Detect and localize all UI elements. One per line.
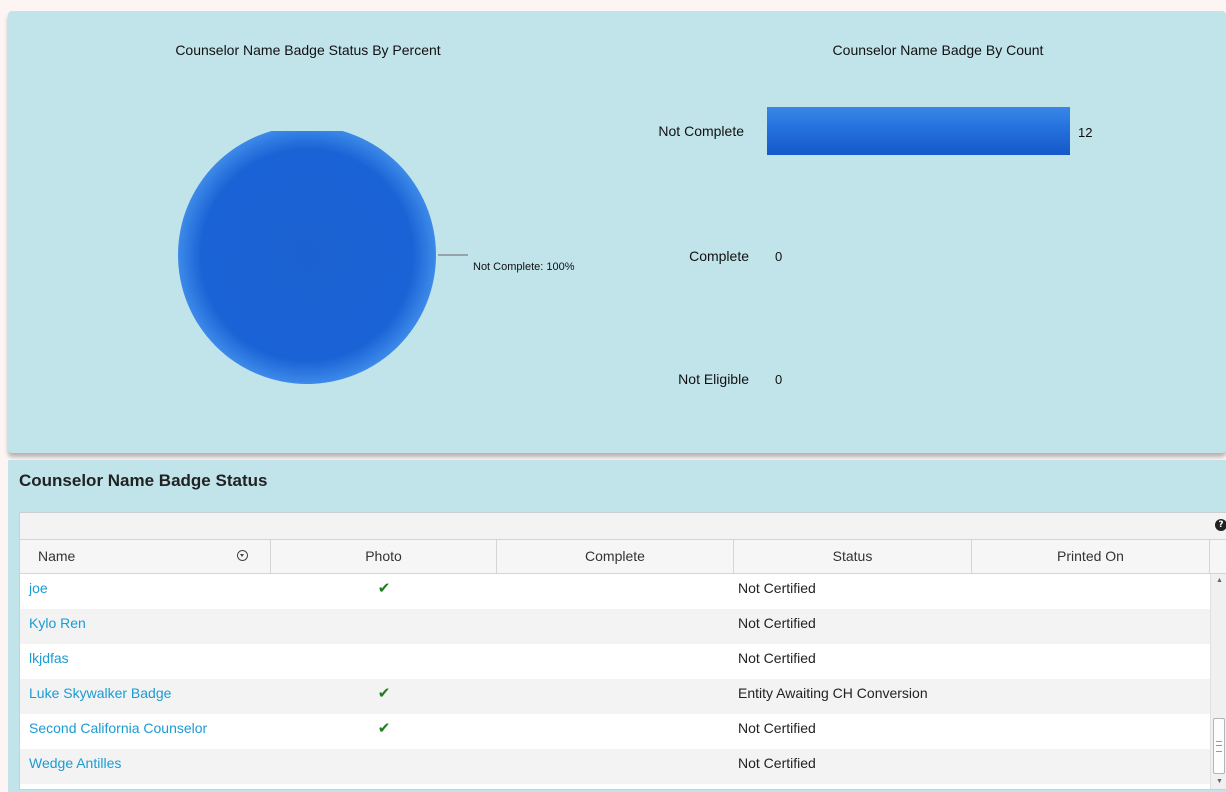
checkmark-icon: ✔	[377, 685, 391, 702]
badge-status-panel: Counselor Name Badge Status ? Name Photo…	[8, 460, 1226, 792]
grid-toolbar: ?	[20, 513, 1226, 540]
bar-not-complete[interactable]	[767, 107, 1070, 155]
column-header-label: Name	[38, 548, 76, 564]
status-text: Not Certified	[738, 755, 816, 771]
column-header-complete[interactable]: Complete	[497, 540, 734, 573]
table-row[interactable]: Kylo Ren Not Certified	[20, 609, 1210, 644]
counselor-name-link[interactable]: Luke Skywalker Badge	[29, 679, 171, 714]
bar-value-label: 12	[1078, 125, 1093, 140]
charts-panel: Counselor Name Badge Status By Percent N…	[8, 11, 1226, 453]
scroll-up-arrow-icon[interactable]: ▲	[1211, 574, 1226, 588]
bar-category-label: Not Eligible	[678, 371, 749, 387]
status-text: Entity Awaiting CH Conversion	[738, 685, 928, 701]
table-row[interactable]: Second California Counselor ✔ Not Certifie…	[20, 714, 1210, 749]
column-header-photo[interactable]: Photo	[271, 540, 497, 573]
table-row[interactable]: joe ✔ Not Certified	[20, 574, 1210, 609]
counselor-name-link[interactable]: Second California Counselor	[29, 714, 207, 749]
grid-scrollbar[interactable]: ▲ ▼	[1210, 574, 1226, 789]
pie-slice-label: Not Complete: 100%	[473, 261, 575, 273]
status-text: Not Certified	[738, 615, 816, 631]
filter-icon[interactable]	[237, 550, 248, 561]
grid-header: Name Photo Complete Status Printed On	[20, 540, 1226, 574]
scroll-down-arrow-icon[interactable]: ▼	[1211, 775, 1226, 789]
question-icon[interactable]: ?	[1215, 519, 1226, 531]
table-row[interactable]: Wedge Antilles Not Certified	[20, 749, 1210, 784]
status-text: Not Certified	[738, 580, 816, 596]
checkmark-icon: ✔	[377, 580, 391, 597]
status-text: Not Certified	[738, 650, 816, 666]
pie-chart-title: Counselor Name Badge Status By Percent	[175, 42, 441, 58]
checkmark-icon: ✔	[377, 720, 391, 737]
column-header-status[interactable]: Status	[734, 540, 972, 573]
section-title: Counselor Name Badge Status	[19, 471, 268, 490]
bar-value-label: 0	[775, 372, 783, 387]
column-header-printed-on[interactable]: Printed On	[972, 540, 1210, 573]
column-header-name[interactable]: Name	[20, 540, 271, 573]
bar-category-label: Not Complete	[658, 123, 744, 139]
counselor-name-link[interactable]: joe	[29, 574, 48, 609]
counselor-name-link[interactable]: lkjdfas	[29, 644, 69, 679]
counselor-name-link[interactable]: Wedge Antilles	[29, 749, 121, 784]
bar-chart-title: Counselor Name Badge By Count	[832, 42, 1044, 58]
grid-body: joe ✔ Not Certified Kylo Ren Not Certified lk…	[20, 574, 1210, 784]
pie-chart	[178, 131, 468, 384]
status-text: Not Certified	[738, 720, 816, 736]
pie-slice-not-complete[interactable]	[178, 131, 436, 384]
counselor-name-link[interactable]: Kylo Ren	[29, 609, 86, 644]
badge-status-grid: ? Name Photo Complete Status Printed On …	[19, 512, 1226, 790]
table-row[interactable]: Luke Skywalker Badge ✔ Entity Awaiting CH …	[20, 679, 1210, 714]
bar-value-label: 0	[775, 249, 783, 264]
scroll-thumb[interactable]	[1213, 718, 1225, 774]
bar-category-label: Complete	[689, 248, 749, 264]
table-row[interactable]: lkjdfas Not Certified	[20, 644, 1210, 679]
